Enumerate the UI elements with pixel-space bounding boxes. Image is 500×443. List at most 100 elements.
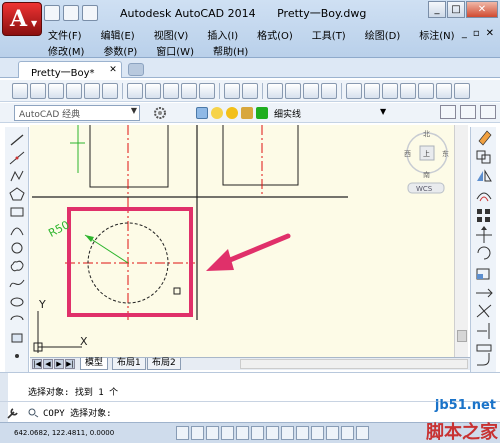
3d-object-snap-icon[interactable] bbox=[251, 426, 264, 440]
menu-help[interactable]: 帮助(H) bbox=[213, 43, 248, 58]
new-tab-button[interactable] bbox=[128, 63, 144, 76]
viewcube-west[interactable]: 西 bbox=[404, 150, 411, 158]
sun-icon[interactable] bbox=[226, 107, 238, 119]
workspace-dropdown[interactable]: AutoCAD 经典 ▼ bbox=[14, 105, 140, 121]
circle-icon[interactable] bbox=[9, 241, 25, 255]
tab-layout1[interactable]: 布局1 bbox=[112, 358, 146, 370]
point-icon[interactable] bbox=[9, 349, 25, 363]
tool-palettes-icon[interactable] bbox=[382, 82, 398, 99]
horizontal-scrollbar[interactable] bbox=[240, 359, 468, 369]
last-layout-button[interactable]: ▶| bbox=[65, 359, 75, 369]
copy-object-icon[interactable] bbox=[476, 150, 491, 164]
lineweight-icon[interactable] bbox=[311, 426, 324, 440]
make-current-icon[interactable] bbox=[440, 105, 456, 119]
menu-window[interactable]: 窗口(W) bbox=[156, 43, 194, 58]
erase-icon[interactable] bbox=[478, 130, 492, 146]
maximize-button[interactable]: □ bbox=[447, 1, 465, 18]
tab-layout2[interactable]: 布局2 bbox=[147, 358, 181, 370]
minimize-button[interactable]: _ bbox=[428, 1, 446, 18]
line-icon[interactable] bbox=[9, 133, 25, 147]
ortho-mode-icon[interactable] bbox=[206, 426, 219, 440]
ellipse-arc-icon[interactable] bbox=[9, 313, 25, 327]
qnew-icon[interactable] bbox=[12, 82, 28, 99]
extend-icon[interactable] bbox=[477, 323, 490, 339]
open-icon[interactable] bbox=[63, 5, 79, 21]
menu-draw[interactable]: 绘图(D) bbox=[365, 27, 401, 42]
trim-icon[interactable] bbox=[476, 304, 492, 318]
dynamic-input-icon[interactable] bbox=[296, 426, 309, 440]
doc-minimize-button[interactable]: _ bbox=[462, 28, 467, 39]
file-tab[interactable]: Pretty一Boy* ✕ bbox=[18, 61, 122, 79]
menu-format[interactable]: 格式(O) bbox=[257, 27, 293, 42]
first-layout-button[interactable]: |◀ bbox=[32, 359, 42, 369]
lock-icon[interactable] bbox=[241, 107, 253, 119]
paste-icon[interactable] bbox=[163, 82, 179, 99]
quick-calc-icon[interactable] bbox=[436, 82, 452, 99]
save-icon[interactable] bbox=[82, 5, 98, 21]
layer-previous-icon[interactable] bbox=[460, 105, 476, 119]
menu-edit[interactable]: 编辑(E) bbox=[101, 27, 135, 42]
construction-line-icon[interactable] bbox=[9, 151, 25, 165]
sheet-set-icon[interactable] bbox=[400, 82, 416, 99]
new-icon[interactable] bbox=[44, 5, 60, 21]
zoom-window-icon[interactable] bbox=[303, 82, 319, 99]
publish-icon[interactable] bbox=[102, 82, 118, 99]
mirror-icon[interactable] bbox=[477, 169, 492, 182]
lightbulb-icon[interactable] bbox=[211, 107, 223, 119]
pan-icon[interactable] bbox=[267, 82, 283, 99]
match-properties-icon[interactable] bbox=[181, 82, 197, 99]
wrench-icon[interactable] bbox=[6, 406, 20, 420]
rectangle-icon[interactable] bbox=[9, 205, 25, 219]
arc-icon[interactable] bbox=[9, 223, 25, 237]
cut-icon[interactable] bbox=[127, 82, 143, 99]
object-snap-icon[interactable] bbox=[236, 426, 249, 440]
command-prompt[interactable]: COPY 选择对象: bbox=[26, 405, 112, 419]
menu-view[interactable]: 视图(V) bbox=[154, 27, 189, 42]
dynamic-ucs-icon[interactable] bbox=[281, 426, 294, 440]
scale-icon[interactable] bbox=[476, 268, 490, 280]
tab-model[interactable]: 模型 bbox=[80, 358, 109, 370]
transparency-icon[interactable] bbox=[326, 426, 339, 440]
polygon-icon[interactable] bbox=[9, 187, 25, 201]
redo-icon[interactable] bbox=[242, 82, 258, 99]
offset-icon[interactable] bbox=[476, 192, 492, 202]
doc-restore-button[interactable]: ▫ bbox=[473, 28, 480, 39]
fillet-icon[interactable] bbox=[477, 353, 490, 366]
gear-icon[interactable] bbox=[152, 105, 168, 121]
close-button[interactable]: ✕ bbox=[466, 1, 498, 18]
stretch-icon[interactable] bbox=[476, 288, 493, 298]
save-file-icon[interactable] bbox=[48, 82, 64, 99]
ellipse-icon[interactable] bbox=[9, 295, 25, 309]
viewcube-north[interactable]: 北 bbox=[423, 130, 430, 138]
chevron-down-icon[interactable]: ▼ bbox=[380, 107, 386, 116]
menu-parametric[interactable]: 参数(P) bbox=[103, 43, 137, 58]
drawing-area[interactable]: R50 Y X 北 南 东 西 上 WCS bbox=[30, 125, 454, 357]
layer-color-icon[interactable] bbox=[256, 107, 268, 119]
block-editor-icon[interactable] bbox=[199, 82, 215, 99]
prev-layout-button[interactable]: ◀ bbox=[43, 359, 53, 369]
layer-control[interactable]: 细实线 bbox=[196, 105, 301, 121]
menu-file[interactable]: 文件(F) bbox=[48, 27, 82, 42]
viewcube-east[interactable]: 东 bbox=[442, 149, 449, 158]
spline-icon[interactable] bbox=[9, 277, 25, 291]
design-center-icon[interactable] bbox=[364, 82, 380, 99]
selection-cycling-icon[interactable] bbox=[356, 426, 369, 440]
revision-cloud-icon[interactable] bbox=[9, 259, 25, 273]
layer-manager-icon[interactable] bbox=[196, 107, 208, 119]
doc-close-button[interactable]: ✕ bbox=[486, 28, 494, 39]
menu-modify[interactable]: 修改(M) bbox=[48, 43, 84, 58]
quick-properties-icon[interactable] bbox=[341, 426, 354, 440]
vertical-scrollbar[interactable] bbox=[454, 125, 468, 357]
grid-display-icon[interactable] bbox=[191, 426, 204, 440]
color-control-icon[interactable] bbox=[480, 105, 496, 119]
menu-tools[interactable]: 工具(T) bbox=[312, 27, 346, 42]
insert-block-icon[interactable] bbox=[9, 331, 25, 345]
viewcube-south[interactable]: 南 bbox=[423, 170, 430, 179]
help-icon[interactable] bbox=[454, 82, 470, 99]
next-layout-button[interactable]: ▶ bbox=[54, 359, 64, 369]
scroll-thumb[interactable] bbox=[457, 330, 467, 342]
zoom-realtime-icon[interactable] bbox=[285, 82, 301, 99]
copy-icon[interactable] bbox=[145, 82, 161, 99]
snap-mode-icon[interactable] bbox=[176, 426, 189, 440]
markup-icon[interactable] bbox=[418, 82, 434, 99]
